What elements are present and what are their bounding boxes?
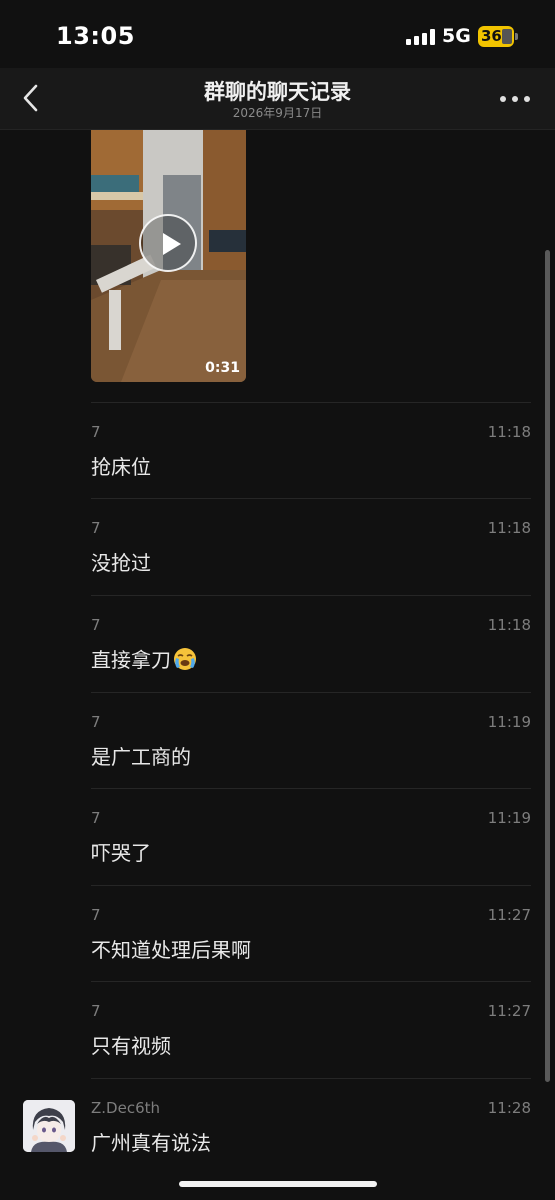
message-time: 11:18 [487,423,531,441]
message-item[interactable]: 7 11:18 直接拿刀 [91,595,531,691]
message-sender: 7 [91,616,101,634]
video-message[interactable]: 0:31 [91,130,246,382]
page-title: 群聊的聊天记录 [204,80,351,104]
scrollbar[interactable] [545,250,550,1082]
network-type: 5G [442,25,471,47]
message-sender: 7 [91,809,101,827]
nav-bar: 群聊的聊天记录 2026年9月17日 [0,68,555,130]
message-sender: 7 [91,906,101,924]
message-time: 11:27 [487,1002,531,1020]
message-text: 不知道处理后果啊 [91,938,251,962]
battery-charging-icon: 36 [478,26,514,47]
message-item[interactable]: Z.Dec6th 11:28 广州真有说法 [91,1078,531,1174]
more-button[interactable] [498,88,532,108]
status-bar: 13:05 5G 36 [0,0,555,68]
message-item[interactable]: 7 11:18 没抢过 [91,498,531,594]
signal-icon [406,29,436,45]
message-text: 广州真有说法 [91,1131,211,1155]
message-item[interactable]: 7 11:18 抢床位 [91,402,531,498]
message-text: 只有视频 [91,1034,171,1058]
message-sender: 7 [91,423,101,441]
message-text: 没抢过 [91,551,151,575]
message-text: 直接拿刀 [91,648,171,672]
message-text: 抢床位 [91,455,151,479]
message-item[interactable]: 7 11:19 是广工商的 [91,692,531,788]
home-indicator[interactable] [179,1181,377,1187]
video-duration: 0:31 [205,360,240,376]
message-sender: 7 [91,713,101,731]
message-item[interactable]: 7 11:19 吓哭了 [91,788,531,884]
page-subtitle: 2026年9月17日 [232,106,323,120]
message-time: 11:28 [487,1099,531,1117]
message-time: 11:18 [487,519,531,537]
message-item[interactable]: 7 11:27 只有视频 [91,981,531,1077]
play-icon[interactable] [139,214,197,272]
message-sender: Z.Dec6th [91,1099,161,1117]
loudly-crying-face-icon [174,648,196,670]
avatar[interactable] [23,1100,75,1152]
message-time: 11:18 [487,616,531,634]
message-sender: 7 [91,1002,101,1020]
chat-history-screen: 13:05 5G 36 群聊的聊天记录 2026年9月17日 0:31 7 11… [0,0,555,1200]
message-text: 吓哭了 [91,841,151,865]
message-time: 11:27 [487,906,531,924]
battery-nub [515,33,518,40]
avatar-image [23,1100,75,1152]
message-text-row: 直接拿刀 [91,644,197,673]
message-item[interactable]: 7 11:27 不知道处理后果啊 [91,885,531,981]
battery-level: 36 [481,27,502,45]
message-sender: 7 [91,519,101,537]
message-text: 是广工商的 [91,745,191,769]
message-time: 11:19 [487,713,531,731]
message-time: 11:19 [487,809,531,827]
status-time: 13:05 [56,22,135,50]
